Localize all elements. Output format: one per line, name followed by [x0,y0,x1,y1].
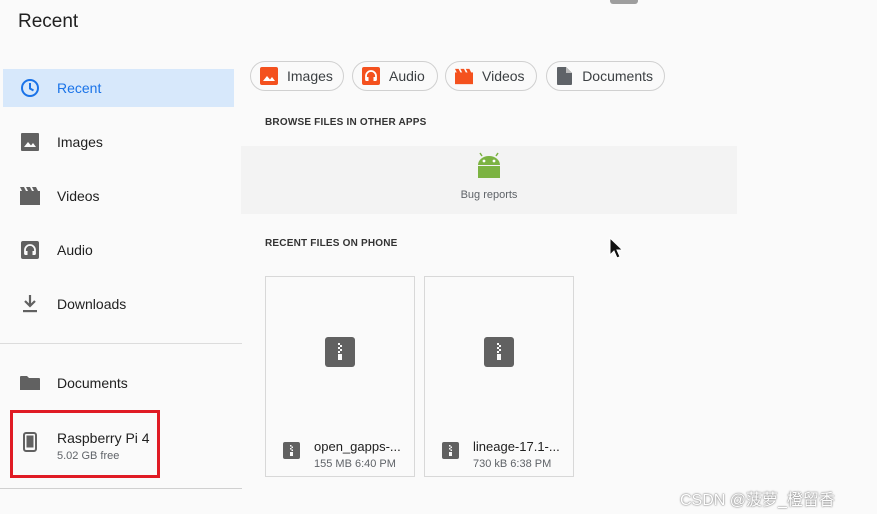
zip-file-icon [484,337,514,367]
filter-chip-audio[interactable]: Audio [352,61,438,91]
sidebar-item-label: Recent [57,80,102,96]
sidebar-bottom-divider [0,488,242,489]
sidebar-item-label: Videos [57,188,100,204]
sidebar-item-device[interactable]: Raspberry Pi 4 5.02 GB free [10,410,160,478]
folder-icon [20,373,40,393]
sidebar-item-label: Images [57,134,103,150]
file-name: open_gapps-... [314,439,401,454]
phone-icon [23,432,37,457]
sidebar-divider [0,343,242,344]
zip-file-icon [442,442,459,459]
sidebar-item-images[interactable]: Images [3,123,234,161]
recent-files-heading: RECENT FILES ON PHONE [265,238,398,249]
sidebar-item-label: Audio [57,242,93,258]
app-bug-reports[interactable]: Bug reports [444,152,534,201]
file-card[interactable]: open_gapps-... 155 MB 6:40 PM [265,276,415,477]
file-card[interactable]: lineage-17.1-... 730 kB 6:38 PM [424,276,574,477]
sidebar-item-videos[interactable]: Videos [3,177,234,215]
android-icon [475,152,503,182]
filter-chip-label: Audio [389,68,425,84]
headphones-icon [362,67,380,85]
watermark: CSDN @菠萝_橙留香 [680,492,835,509]
download-icon [20,294,40,314]
movie-icon [455,67,473,85]
clock-icon [20,78,40,98]
image-icon [20,132,40,152]
zip-file-icon [325,337,355,367]
sidebar-item-label: Downloads [57,296,127,312]
filter-chip-label: Images [287,68,333,84]
sidebar-item-audio[interactable]: Audio [3,231,234,269]
browse-apps-card: Bug reports [241,146,737,214]
filter-chip-label: Videos [482,68,525,84]
app-label: Bug reports [460,189,518,201]
document-icon [556,67,573,85]
mouse-cursor-icon [609,236,624,264]
sidebar: Recent Images Videos Audio Downloads Doc… [0,60,242,514]
image-icon [260,67,278,85]
headphones-icon [20,240,40,260]
zip-file-icon [283,442,300,459]
top-window-handle [610,0,638,4]
filter-chip-label: Documents [582,68,653,84]
sidebar-item-label: Documents [57,375,128,391]
movie-icon [20,186,40,206]
page-title: Recent [18,11,79,32]
device-free-space: 5.02 GB free [57,450,120,462]
file-meta: 730 kB 6:38 PM [473,458,552,470]
sidebar-item-downloads[interactable]: Downloads [3,285,234,323]
filter-chip-images[interactable]: Images [250,61,344,91]
file-meta: 155 MB 6:40 PM [314,458,396,470]
device-name: Raspberry Pi 4 [57,430,150,446]
sidebar-item-recent[interactable]: Recent [3,69,234,107]
sidebar-item-documents[interactable]: Documents [3,364,234,402]
filter-chip-videos[interactable]: Videos [445,61,537,91]
browse-apps-heading: BROWSE FILES IN OTHER APPS [265,117,427,128]
file-name: lineage-17.1-... [473,439,560,454]
filter-chip-documents[interactable]: Documents [546,61,665,91]
